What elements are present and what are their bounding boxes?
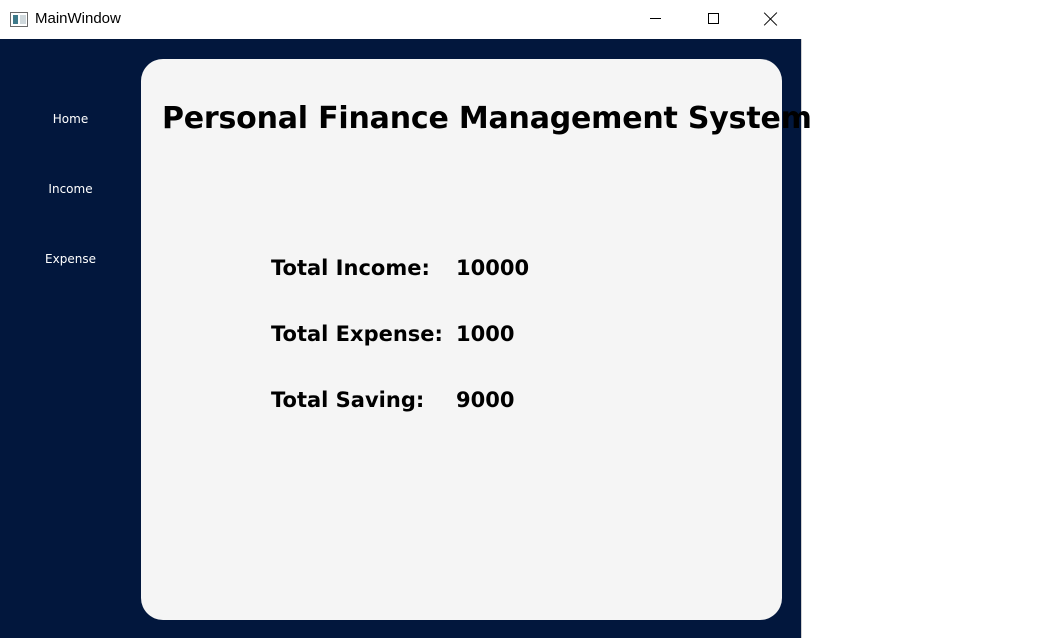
total-saving-label: Total Saving: — [271, 388, 425, 412]
sidebar-item-expense[interactable]: Expense — [0, 239, 141, 279]
total-expense-label: Total Expense: — [271, 322, 443, 346]
total-income-label: Total Income: — [271, 256, 430, 280]
minimize-icon — [649, 18, 661, 19]
total-expense-value: 1000 — [456, 322, 515, 346]
minimize-button[interactable] — [626, 0, 684, 39]
content-panel: Personal Finance Management System Total… — [141, 59, 812, 620]
close-icon — [764, 12, 778, 26]
maximize-button[interactable] — [684, 0, 742, 39]
app-window-icon — [10, 12, 28, 27]
title-bar[interactable]: MainWindow — [0, 0, 802, 39]
main-window: MainWindow Home Income Expense Personal … — [0, 0, 812, 638]
page-title: Personal Finance Management System — [162, 101, 812, 136]
window-client-area: Home Income Expense Personal Finance Man… — [0, 39, 812, 638]
total-income-value: 10000 — [456, 256, 530, 280]
sidebar-item-home[interactable]: Home — [0, 99, 141, 139]
window-title: MainWindow — [35, 10, 121, 27]
maximize-icon — [707, 13, 719, 24]
total-saving-value: 9000 — [456, 388, 515, 412]
close-button[interactable] — [742, 0, 800, 39]
sidebar-item-income[interactable]: Income — [0, 169, 141, 209]
